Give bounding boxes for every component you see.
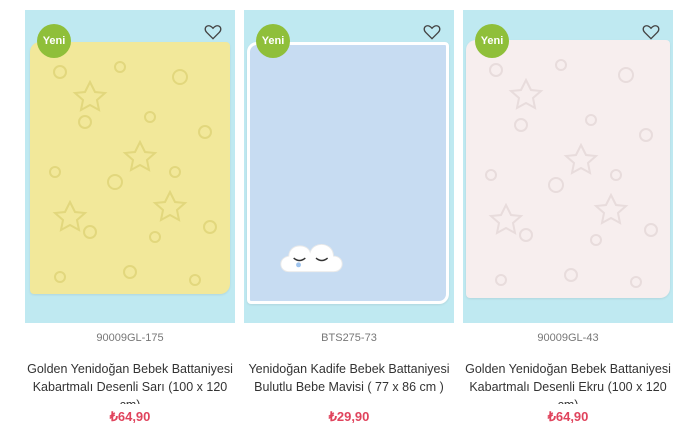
new-badge: Yeni xyxy=(37,24,71,58)
product-sku: 90009GL-43 xyxy=(537,332,599,344)
product-card[interactable]: Yeni 90009GL-43 Golden Yenidoğan Bebek B… xyxy=(463,10,673,435)
embossed-pattern xyxy=(485,59,658,288)
product-name[interactable]: Golden Yenidoğan Bebek Battaniyesi Kabar… xyxy=(463,360,673,404)
product-image[interactable]: Yeni xyxy=(244,10,454,323)
product-image[interactable]: Yeni xyxy=(463,10,673,323)
embossed-pattern xyxy=(49,61,217,286)
product-card[interactable]: Yeni BTS275-73 Yenidoğan Kadife Bebek Ba… xyxy=(244,10,454,435)
new-badge: Yeni xyxy=(256,24,290,58)
product-price: ₺29,90 xyxy=(328,409,370,424)
product-image[interactable]: Yeni xyxy=(25,10,235,323)
product-price: ₺64,90 xyxy=(547,409,589,424)
product-price: ₺64,90 xyxy=(109,409,151,424)
product-name[interactable]: Yenidoğan Kadife Bebek Battaniyesi Bulut… xyxy=(244,360,454,404)
blanket-photo xyxy=(30,42,230,294)
heart-outline-icon[interactable] xyxy=(641,22,661,42)
blanket-photo xyxy=(247,42,449,304)
product-sku: 90009GL-175 xyxy=(96,332,164,344)
cloud-applique xyxy=(280,244,343,273)
product-sku: BTS275-73 xyxy=(321,332,377,344)
product-name[interactable]: Golden Yenidoğan Bebek Battaniyesi Kabar… xyxy=(25,360,235,404)
heart-outline-icon[interactable] xyxy=(203,22,223,42)
new-badge: Yeni xyxy=(475,24,509,58)
product-card[interactable]: Yeni 90009GL-175 Golden Yenidoğan Bebek … xyxy=(25,10,235,435)
heart-outline-icon[interactable] xyxy=(422,22,442,42)
blanket-photo xyxy=(466,40,670,298)
